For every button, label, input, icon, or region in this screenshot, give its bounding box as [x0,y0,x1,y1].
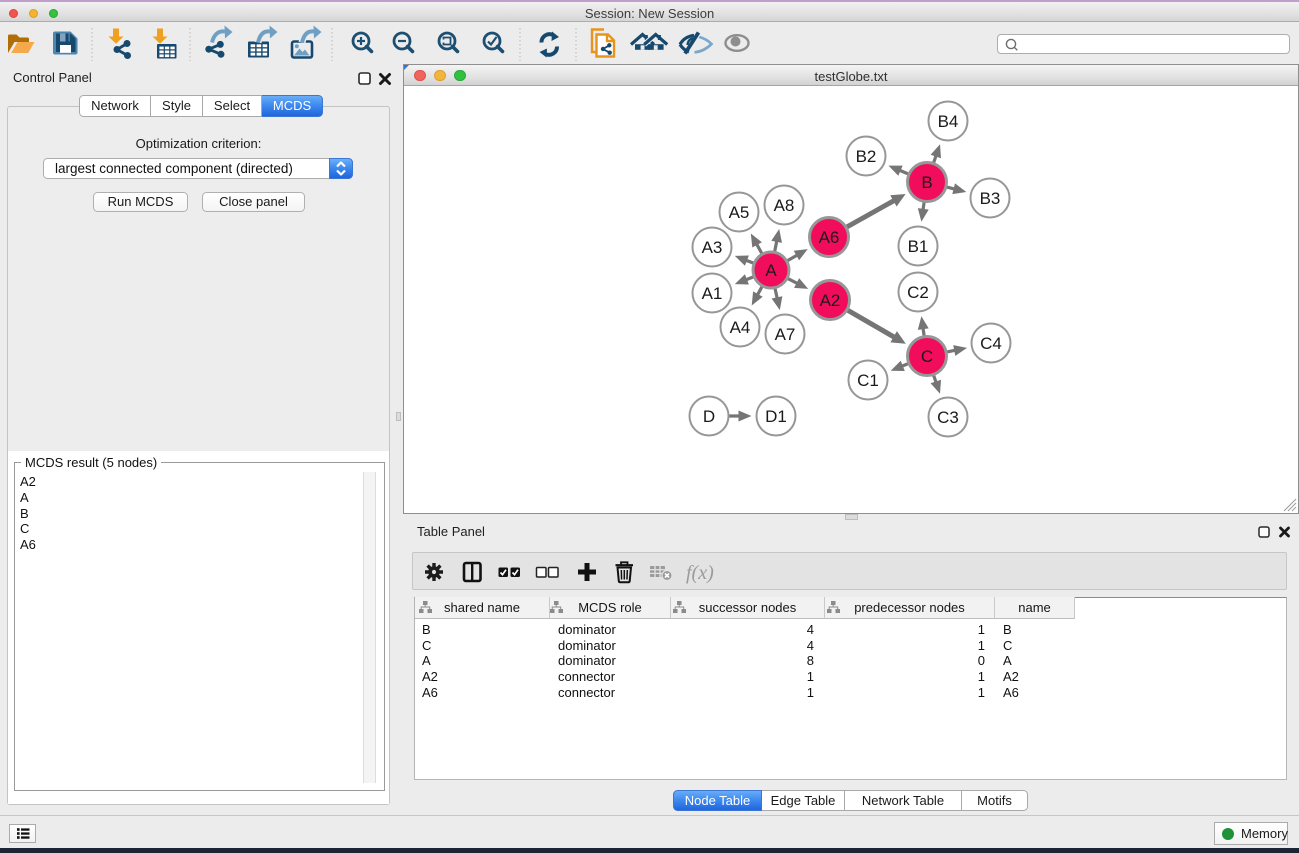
svg-text:B2: B2 [856,147,877,166]
svg-text:B3: B3 [980,189,1001,208]
svg-text:C: C [921,347,933,366]
svg-text:B4: B4 [938,112,959,131]
svg-text:A7: A7 [775,325,796,344]
svg-text:A5: A5 [729,203,750,222]
svg-text:C4: C4 [980,334,1002,353]
svg-text:C3: C3 [937,408,959,427]
svg-text:f(x): f(x) [686,562,714,584]
svg-text:C1: C1 [857,371,879,390]
svg-text:A8: A8 [774,196,795,215]
svg-text:A1: A1 [702,284,723,303]
svg-text:A4: A4 [730,318,751,337]
svg-text:D1: D1 [765,407,787,426]
svg-text:A: A [765,261,777,280]
svg-text:A3: A3 [702,238,723,257]
svg-text:C2: C2 [907,283,929,302]
svg-text:B: B [921,173,932,192]
svg-text:D: D [703,407,715,426]
svg-text:A2: A2 [820,291,841,310]
svg-text:B1: B1 [908,237,929,256]
svg-text:A6: A6 [819,228,840,247]
